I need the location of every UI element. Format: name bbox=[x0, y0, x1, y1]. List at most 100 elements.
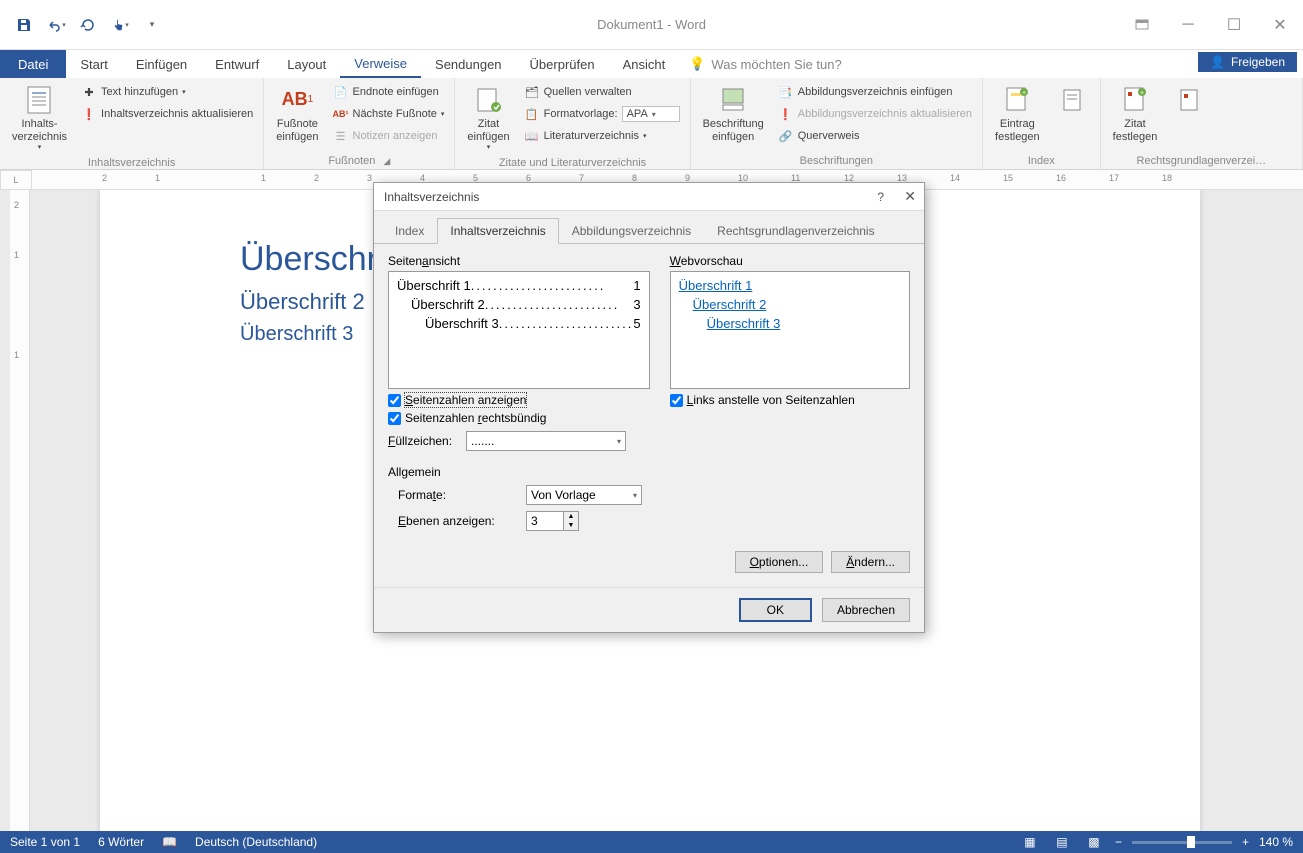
show-notes-button[interactable]: ☰Notizen anzeigen bbox=[329, 126, 449, 146]
show-page-numbers-checkbox[interactable] bbox=[388, 394, 401, 407]
style-combo[interactable]: APA▾ bbox=[622, 106, 680, 122]
zoom-thumb[interactable] bbox=[1187, 836, 1195, 848]
file-tab[interactable]: Datei bbox=[0, 50, 66, 78]
show-page-numbers-label[interactable]: Seitenzahlen anzeigen bbox=[405, 393, 526, 407]
insert-citation-button[interactable]: Zitat einfügen ▾ bbox=[461, 82, 515, 155]
close-button[interactable]: ✕ bbox=[1257, 10, 1303, 40]
levels-label: Ebenen anzeigen: bbox=[398, 514, 518, 528]
tab-einfuegen[interactable]: Einfügen bbox=[122, 50, 201, 78]
insert-figure-index-button[interactable]: 📑Abbildungsverzeichnis einfügen bbox=[774, 82, 976, 102]
zoom-level[interactable]: 140 % bbox=[1259, 835, 1293, 849]
next-footnote-button[interactable]: AB¹Nächste Fußnote▾ bbox=[329, 104, 449, 124]
crossref-button[interactable]: 🔗Querverweis bbox=[774, 126, 976, 146]
save-icon[interactable] bbox=[10, 11, 38, 39]
ribbon: Inhalts- verzeichnis ▾ ✚Text hinzufügen▾… bbox=[0, 78, 1303, 170]
toc-icon bbox=[24, 84, 56, 116]
tab-ansicht[interactable]: Ansicht bbox=[609, 50, 680, 78]
formats-combo[interactable]: Von Vorlage▾ bbox=[526, 485, 642, 505]
mark-citation-button[interactable]: + Zitat festlegen bbox=[1107, 82, 1164, 146]
tab-sendungen[interactable]: Sendungen bbox=[421, 50, 516, 78]
bibliography-button[interactable]: 📖Literaturverzeichnis▾ bbox=[520, 126, 684, 146]
dialog-tab-toc[interactable]: Inhaltsverzeichnis bbox=[437, 218, 558, 244]
zoom-slider[interactable] bbox=[1132, 841, 1232, 844]
redo-icon[interactable] bbox=[74, 11, 102, 39]
word-count[interactable]: 6 Wörter bbox=[98, 835, 144, 849]
spinner-down[interactable]: ▼ bbox=[564, 521, 578, 530]
window-title: Dokument1 - Word bbox=[597, 17, 706, 32]
general-section-label: Allgemein bbox=[388, 465, 910, 479]
insert-legal-button[interactable] bbox=[1167, 82, 1211, 120]
print-layout-icon[interactable]: ▤ bbox=[1051, 833, 1073, 851]
spell-check-icon[interactable]: 📖 bbox=[162, 835, 177, 849]
group-label-toc: Inhaltsverzeichnis bbox=[6, 155, 257, 169]
minimize-button[interactable]: ─ bbox=[1165, 10, 1211, 40]
zoom-in-button[interactable]: + bbox=[1242, 835, 1249, 849]
insert-index-button[interactable] bbox=[1050, 82, 1094, 120]
quick-access-toolbar: ▾ ▾ ▾ bbox=[0, 11, 176, 39]
touch-mode-icon[interactable]: ▾ bbox=[106, 11, 134, 39]
links-instead-checkbox[interactable] bbox=[670, 394, 683, 407]
tab-ueberpruefen[interactable]: Überprüfen bbox=[516, 50, 609, 78]
formats-label: Formate: bbox=[398, 488, 518, 502]
dialog-titlebar[interactable]: Inhaltsverzeichnis ? ✕ bbox=[374, 183, 924, 211]
dialog-footer: OK Abbrechen bbox=[374, 587, 924, 632]
toc-button[interactable]: Inhalts- verzeichnis ▾ bbox=[6, 82, 73, 155]
tab-verweise[interactable]: Verweise bbox=[340, 50, 421, 78]
update-toc-button[interactable]: ❗Inhaltsverzeichnis aktualisieren bbox=[77, 104, 257, 124]
update-figure-index-button[interactable]: ❗Abbildungsverzeichnis aktualisieren bbox=[774, 104, 976, 124]
vertical-ruler[interactable]: 211 bbox=[10, 190, 30, 831]
status-bar: Seite 1 von 1 6 Wörter 📖 Deutsch (Deutsc… bbox=[0, 831, 1303, 853]
dialog-tab-legal[interactable]: Rechtsgrundlagenverzeichnis bbox=[704, 218, 887, 244]
add-text-button[interactable]: ✚Text hinzufügen▾ bbox=[77, 82, 257, 102]
sources-icon: 🗂 bbox=[524, 84, 540, 100]
levels-spinner[interactable]: ▲▼ bbox=[526, 511, 579, 531]
ok-button[interactable]: OK bbox=[739, 598, 812, 622]
group-captions: Beschriftung einfügen 📑Abbildungsverzeic… bbox=[691, 78, 983, 169]
share-button[interactable]: 👤 Freigeben bbox=[1198, 52, 1297, 72]
dialog-tab-index[interactable]: Index bbox=[382, 218, 437, 244]
insert-footnote-button[interactable]: AB1 Fußnote einfügen bbox=[270, 82, 324, 146]
web-layout-icon[interactable]: ▩ bbox=[1083, 833, 1105, 851]
leader-combo[interactable]: .......▾ bbox=[466, 431, 626, 451]
caption-icon bbox=[717, 84, 749, 116]
print-preview-box[interactable]: Überschrift 1 ........................1Ü… bbox=[388, 271, 650, 389]
group-label-index: Index bbox=[989, 153, 1094, 167]
insert-endnote-button[interactable]: 📄Endnote einfügen bbox=[329, 82, 449, 102]
maximize-button[interactable]: ☐ bbox=[1211, 10, 1257, 40]
qat-customize-icon[interactable]: ▾ bbox=[138, 11, 166, 39]
tab-layout[interactable]: Layout bbox=[273, 50, 340, 78]
levels-input[interactable] bbox=[527, 512, 563, 530]
ribbon-tabs: Datei Start Einfügen Entwurf Layout Verw… bbox=[0, 50, 1303, 78]
tab-entwurf[interactable]: Entwurf bbox=[201, 50, 273, 78]
manage-sources-button[interactable]: 🗂Quellen verwalten bbox=[520, 82, 684, 102]
dialog-tab-figures[interactable]: Abbildungsverzeichnis bbox=[559, 218, 704, 244]
insert-caption-button[interactable]: Beschriftung einfügen bbox=[697, 82, 770, 146]
right-align-checkbox[interactable] bbox=[388, 412, 401, 425]
links-instead-label[interactable]: Links anstelle von Seitenzahlen bbox=[687, 393, 855, 407]
svg-text:+: + bbox=[1140, 90, 1144, 97]
footnotes-launcher[interactable]: ◢ bbox=[383, 156, 390, 167]
web-preview-box[interactable]: Überschrift 1Überschrift 2Überschrift 3 bbox=[670, 271, 910, 389]
right-align-label[interactable]: Seitenzahlen rechtsbündig bbox=[405, 411, 546, 425]
tell-me-search[interactable]: 💡 Was möchten Sie tun? bbox=[689, 50, 842, 78]
options-button[interactable]: Optionen... bbox=[735, 551, 824, 573]
dialog-help-button[interactable]: ? bbox=[877, 190, 884, 204]
language-status[interactable]: Deutsch (Deutschland) bbox=[195, 835, 317, 849]
mark-citation-icon: + bbox=[1119, 84, 1151, 116]
spinner-up[interactable]: ▲ bbox=[564, 512, 578, 521]
dialog-close-button[interactable]: ✕ bbox=[904, 188, 916, 205]
zoom-out-button[interactable]: − bbox=[1115, 835, 1122, 849]
insert-legal-icon bbox=[1173, 84, 1205, 116]
tab-start[interactable]: Start bbox=[66, 50, 121, 78]
read-mode-icon[interactable]: ▦ bbox=[1019, 833, 1041, 851]
page-status[interactable]: Seite 1 von 1 bbox=[10, 835, 80, 849]
group-citations: Zitat einfügen ▾ 🗂Quellen verwalten 📋For… bbox=[455, 78, 690, 169]
ruler-corner[interactable]: L bbox=[0, 170, 32, 190]
cancel-button[interactable]: Abbrechen bbox=[822, 598, 910, 622]
show-notes-icon: ☰ bbox=[333, 128, 349, 144]
undo-icon[interactable]: ▾ bbox=[42, 11, 70, 39]
mark-entry-button[interactable]: + Eintrag festlegen bbox=[989, 82, 1046, 146]
modify-button[interactable]: Ändern... bbox=[831, 551, 910, 573]
lightbulb-icon: 💡 bbox=[689, 56, 705, 72]
ribbon-options-icon[interactable] bbox=[1119, 10, 1165, 40]
